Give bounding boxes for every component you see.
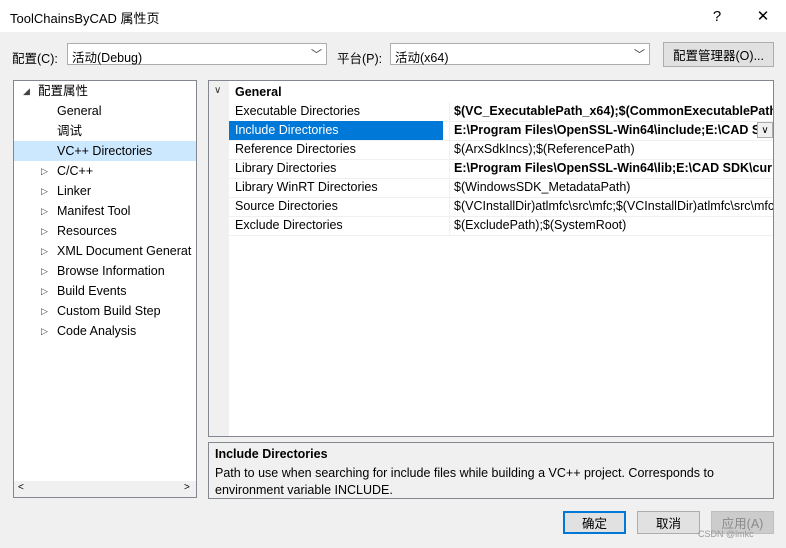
scroll-right-icon[interactable]: > (184, 482, 190, 493)
tree-item[interactable]: ▷ Linker (14, 181, 196, 201)
property-row[interactable]: Source Directories $(VCInstallDir)atlmfc\… (229, 197, 773, 217)
watermark: CSDN @lmkc (698, 529, 754, 539)
tree-item-label: Custom Build Step (57, 304, 161, 318)
property-name: Library Directories (235, 161, 337, 175)
property-name: Exclude Directories (235, 218, 343, 232)
tree-item[interactable]: ▷ XML Document Generat (14, 241, 196, 261)
tree-item-label: C/C++ (57, 164, 94, 178)
section-header[interactable]: ∨ General (209, 83, 773, 102)
tree-item-label: Resources (57, 224, 117, 238)
property-value[interactable]: $(ExcludePath);$(SystemRoot) (449, 216, 773, 235)
property-row[interactable]: Include Directories E:\Program Files\Open… (229, 121, 773, 141)
tree-item-label: VC++ Directories (57, 144, 153, 158)
help-button[interactable]: ? (694, 0, 740, 32)
config-label: 配置(C): (12, 52, 58, 66)
config-manager-button[interactable]: 配置管理器(O)... (663, 42, 774, 67)
window-title: ToolChainsByCAD 属性页 (10, 11, 160, 26)
tree-item[interactable]: ▷ C/C++ (14, 161, 196, 181)
property-row[interactable]: Library Directories E:\Program Files\Open… (229, 159, 773, 179)
chevron-down-icon: ﹀ (634, 49, 645, 61)
property-value[interactable]: $(VCInstallDir)atlmfc\src\mfc;$(VCInstal… (449, 197, 773, 216)
tree-item[interactable]: 调试 (14, 121, 196, 141)
chevron-down-icon: ﹀ (311, 49, 322, 61)
property-row[interactable]: Library WinRT Directories $(WindowsSDK_Me… (229, 178, 773, 198)
expanded-triangle-icon[interactable]: ◢ (23, 81, 30, 101)
tree-item[interactable]: General (14, 101, 196, 121)
tree-item[interactable]: ▷ Build Events (14, 281, 196, 301)
property-value[interactable]: E:\Program Files\OpenSSL-Win64\lib;E:\CA… (449, 159, 773, 178)
property-grid[interactable]: ∨ General Executable Directories $(VC_Exe… (208, 80, 774, 437)
property-name: Executable Directories (235, 104, 361, 118)
tree-root[interactable]: ◢ 配置属性 (14, 81, 196, 101)
close-button[interactable]: ✕ (740, 0, 786, 32)
tree-root-label: 配置属性 (38, 84, 89, 98)
title-bar: ToolChainsByCAD 属性页 ? ✕ (0, 0, 786, 32)
tree-item-label: Build Events (57, 284, 127, 298)
property-name: Reference Directories (235, 142, 356, 156)
tree-item-label: Browse Information (57, 264, 165, 278)
grid-gutter (209, 81, 229, 436)
tree-item-label: XML Document Generat (57, 244, 192, 258)
config-value: 活动(Debug) (72, 51, 143, 65)
config-select[interactable]: 活动(Debug) ﹀ (67, 43, 327, 65)
tree-item-label: Code Analysis (57, 324, 137, 338)
description-panel: Include Directories Path to use when sea… (208, 442, 774, 499)
expand-triangle-icon[interactable]: ▷ (41, 261, 48, 281)
property-value[interactable]: $(WindowsSDK_MetadataPath) (449, 178, 773, 197)
ok-button[interactable]: 确定 (563, 511, 626, 534)
collapse-chevron-icon[interactable]: ∨ (214, 85, 221, 96)
tree-item[interactable]: ▷ Custom Build Step (14, 301, 196, 321)
tree-item[interactable]: ▷ Browse Information (14, 261, 196, 281)
expand-triangle-icon[interactable]: ▷ (41, 201, 48, 221)
property-value[interactable]: E:\Program Files\OpenSSL-Win64\include;E… (449, 121, 760, 140)
chevron-down-icon[interactable]: ∨ (757, 122, 773, 138)
property-row[interactable]: Reference Directories $(ArxSdkIncs);$(Ref… (229, 140, 773, 160)
horizontal-scrollbar[interactable]: < > (14, 481, 196, 497)
tree-item[interactable]: ▷ Resources (14, 221, 196, 241)
expand-triangle-icon[interactable]: ▷ (41, 241, 48, 261)
property-value[interactable]: $(VC_ExecutablePath_x64);$(CommonExecuta… (449, 102, 773, 121)
property-row[interactable]: Executable Directories $(VC_ExecutablePat… (229, 102, 773, 122)
expand-triangle-icon[interactable]: ▷ (41, 181, 48, 201)
tree-item-label: Manifest Tool (57, 204, 131, 218)
tree-item-label: 调试 (57, 124, 83, 138)
platform-value: 活动(x64) (395, 51, 449, 65)
platform-label: 平台(P): (337, 52, 383, 66)
expand-triangle-icon[interactable]: ▷ (41, 321, 48, 341)
tree-item[interactable]: ▷ Code Analysis (14, 321, 196, 341)
property-name: Include Directories (235, 123, 339, 137)
tree-item-label: General (57, 104, 102, 118)
property-name: Source Directories (235, 199, 338, 213)
expand-triangle-icon[interactable]: ▷ (41, 281, 48, 301)
tree-item[interactable]: VC++ Directories (14, 141, 196, 161)
property-row[interactable]: Exclude Directories $(ExcludePath);$(Syst… (229, 216, 773, 236)
property-value[interactable]: $(ArxSdkIncs);$(ReferencePath) (449, 140, 773, 159)
platform-select[interactable]: 活动(x64) ﹀ (390, 43, 650, 65)
expand-triangle-icon[interactable]: ▷ (41, 161, 48, 181)
expand-triangle-icon[interactable]: ▷ (41, 221, 48, 241)
cancel-button[interactable]: 取消 (637, 511, 700, 534)
section-title: General (235, 85, 282, 99)
scroll-left-icon[interactable]: < (18, 482, 24, 493)
tree-item-label: Linker (57, 184, 92, 198)
tree-item[interactable]: ▷ Manifest Tool (14, 201, 196, 221)
expand-triangle-icon[interactable]: ▷ (41, 301, 48, 321)
property-name: Library WinRT Directories (235, 180, 378, 194)
description-text: Path to use when searching for include f… (215, 466, 714, 497)
description-title: Include Directories (215, 447, 328, 461)
property-tree[interactable]: ◢ 配置属性 General 调试 VC++ Directories ▷ C/C++ ▷ L… (13, 80, 197, 498)
